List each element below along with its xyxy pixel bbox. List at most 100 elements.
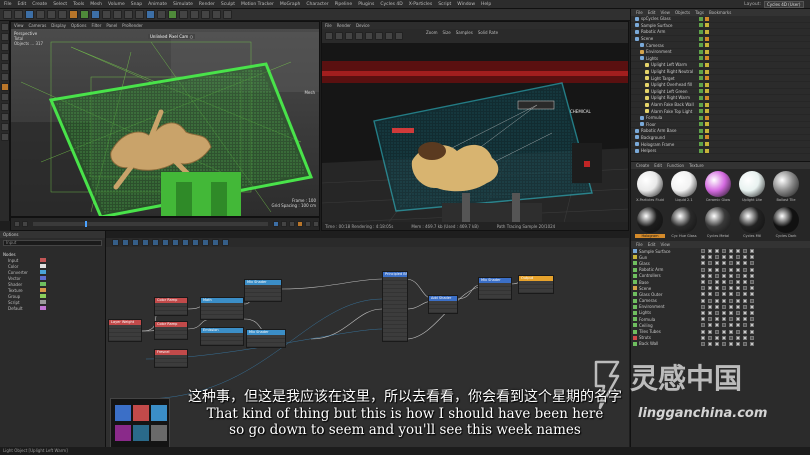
edges-mode-icon[interactable] xyxy=(1,63,9,71)
object-row[interactable]: Scene xyxy=(631,36,810,43)
layer-flag-toggle[interactable] xyxy=(701,280,705,285)
layer-flag-toggle[interactable] xyxy=(729,249,733,254)
layer-flags[interactable] xyxy=(701,249,754,254)
viewport-menu-item-5[interactable]: Panel xyxy=(106,23,117,28)
object-manager-menu-item-5[interactable]: Bookmarks xyxy=(709,10,731,15)
layer-flags[interactable] xyxy=(701,298,754,303)
camera-icon[interactable] xyxy=(212,10,221,19)
go-start-icon[interactable] xyxy=(14,221,20,227)
layer-flag-toggle[interactable] xyxy=(729,329,733,334)
object-tags[interactable] xyxy=(699,76,709,81)
render-viewport[interactable]: File Render Device Zoom Size Samples Solid Ra… xyxy=(321,21,629,231)
tag-icon[interactable] xyxy=(705,142,709,147)
tag-icon[interactable] xyxy=(699,128,703,133)
object-row[interactable]: Uplight Right Neutral xyxy=(631,69,810,76)
layer-flag-toggle[interactable] xyxy=(736,304,740,309)
tag-icon[interactable] xyxy=(699,109,703,114)
tag-icon[interactable] xyxy=(699,89,703,94)
object-row[interactable]: Background xyxy=(631,135,810,142)
object-tags[interactable] xyxy=(699,148,709,153)
object-tags[interactable] xyxy=(699,135,709,140)
lock-z-icon[interactable] xyxy=(91,10,100,19)
layer-flag-toggle[interactable] xyxy=(701,249,705,254)
material-swatch[interactable]: Liquid 2.1 xyxy=(668,171,700,205)
layer-flag-toggle[interactable] xyxy=(736,255,740,260)
layer-flag-toggle[interactable] xyxy=(701,310,705,315)
layer-flag-toggle[interactable] xyxy=(708,304,712,309)
material-swatch[interactable]: Ceramic Glow xyxy=(702,171,734,205)
group-icon[interactable] xyxy=(162,239,169,246)
polygons-mode-icon[interactable] xyxy=(1,73,9,81)
layer-flag-toggle[interactable] xyxy=(729,261,733,266)
layer-flag-toggle[interactable] xyxy=(743,341,747,346)
tag-icon[interactable] xyxy=(705,148,709,153)
node-port[interactable] xyxy=(155,363,187,367)
layer-flag-toggle[interactable] xyxy=(701,286,705,291)
material-manager-menu-item-1[interactable]: Edit xyxy=(654,163,662,168)
object-row[interactable]: Uplight Right Warm xyxy=(631,95,810,102)
object-row[interactable]: Sample Surface xyxy=(631,23,810,30)
layer-flag-toggle[interactable] xyxy=(715,273,719,278)
tag-icon[interactable] xyxy=(705,89,709,94)
tag-icon[interactable] xyxy=(705,95,709,100)
texture-mode-icon[interactable] xyxy=(1,43,9,51)
layer-flag-toggle[interactable] xyxy=(715,335,719,340)
workplane-icon[interactable] xyxy=(1,113,9,121)
layer-flag-toggle[interactable] xyxy=(722,267,726,272)
layer-flag-toggle[interactable] xyxy=(708,335,712,340)
render-field-1[interactable]: Size xyxy=(443,30,451,35)
layer-flag-toggle[interactable] xyxy=(736,273,740,278)
layer-flag-toggle[interactable] xyxy=(743,298,747,303)
next-frame-icon[interactable] xyxy=(281,221,287,227)
tag-icon[interactable] xyxy=(699,16,703,21)
layer-flag-toggle[interactable] xyxy=(743,323,747,328)
layer-flag-toggle[interactable] xyxy=(722,255,726,260)
cube-icon[interactable] xyxy=(146,10,155,19)
object-manager-menu-item-3[interactable]: Objects xyxy=(675,10,690,15)
playhead[interactable] xyxy=(84,221,87,227)
layer-flag-toggle[interactable] xyxy=(722,341,726,346)
paste-node-icon[interactable] xyxy=(202,239,209,246)
shader-node[interactable]: Color Ramp xyxy=(154,321,188,340)
object-row[interactable]: Helpers xyxy=(631,148,810,155)
menu-item-12[interactable]: Motion Tracker xyxy=(241,2,274,7)
shader-node[interactable]: Emission xyxy=(200,327,244,346)
redo-icon[interactable] xyxy=(14,10,23,19)
render-view-icon[interactable] xyxy=(113,10,122,19)
object-tags[interactable] xyxy=(699,49,709,54)
layer-flag-toggle[interactable] xyxy=(708,286,712,291)
viewport-menu-item-4[interactable]: Filter xyxy=(91,23,101,28)
layer-flag-toggle[interactable] xyxy=(743,329,747,334)
points-mode-icon[interactable] xyxy=(1,53,9,61)
layer-flag-toggle[interactable] xyxy=(708,298,712,303)
layer-flag-toggle[interactable] xyxy=(715,255,719,260)
layer-flag-toggle[interactable] xyxy=(729,280,733,285)
layer-flag-toggle[interactable] xyxy=(701,341,705,346)
layer-flag-toggle[interactable] xyxy=(722,323,726,328)
material-manager-menu-item-3[interactable]: Texture xyxy=(689,163,704,168)
layer-flag-toggle[interactable] xyxy=(750,323,754,328)
layer-flag-toggle[interactable] xyxy=(701,335,705,340)
layer-flag-toggle[interactable] xyxy=(708,292,712,297)
tag-icon[interactable] xyxy=(705,23,709,28)
record-icon[interactable] xyxy=(297,221,303,227)
viewport-menu-item-0[interactable]: View xyxy=(14,23,24,28)
select-tool-icon[interactable] xyxy=(25,10,34,19)
layer-flag-toggle[interactable] xyxy=(715,310,719,315)
viewport-menu-item-3[interactable]: Options xyxy=(71,23,86,28)
material-swatch[interactable]: Cycles Dark xyxy=(770,207,802,241)
layer-flag-toggle[interactable] xyxy=(722,329,726,334)
tag-icon[interactable] xyxy=(705,29,709,34)
material-swatch[interactable]: Uplight Lite xyxy=(736,171,768,205)
layer-flag-toggle[interactable] xyxy=(750,255,754,260)
layer-row[interactable]: Back Wall xyxy=(631,341,810,347)
object-tags[interactable] xyxy=(699,62,709,67)
layer-flag-toggle[interactable] xyxy=(722,280,726,285)
shader-node[interactable]: Mix Shader xyxy=(246,329,286,348)
object-row[interactable]: Formula xyxy=(631,115,810,122)
tag-icon[interactable] xyxy=(705,43,709,48)
object-tags[interactable] xyxy=(699,128,709,133)
tag-icon[interactable] xyxy=(699,62,703,67)
make-editable-icon[interactable] xyxy=(1,23,9,31)
layer-flag-toggle[interactable] xyxy=(743,292,747,297)
